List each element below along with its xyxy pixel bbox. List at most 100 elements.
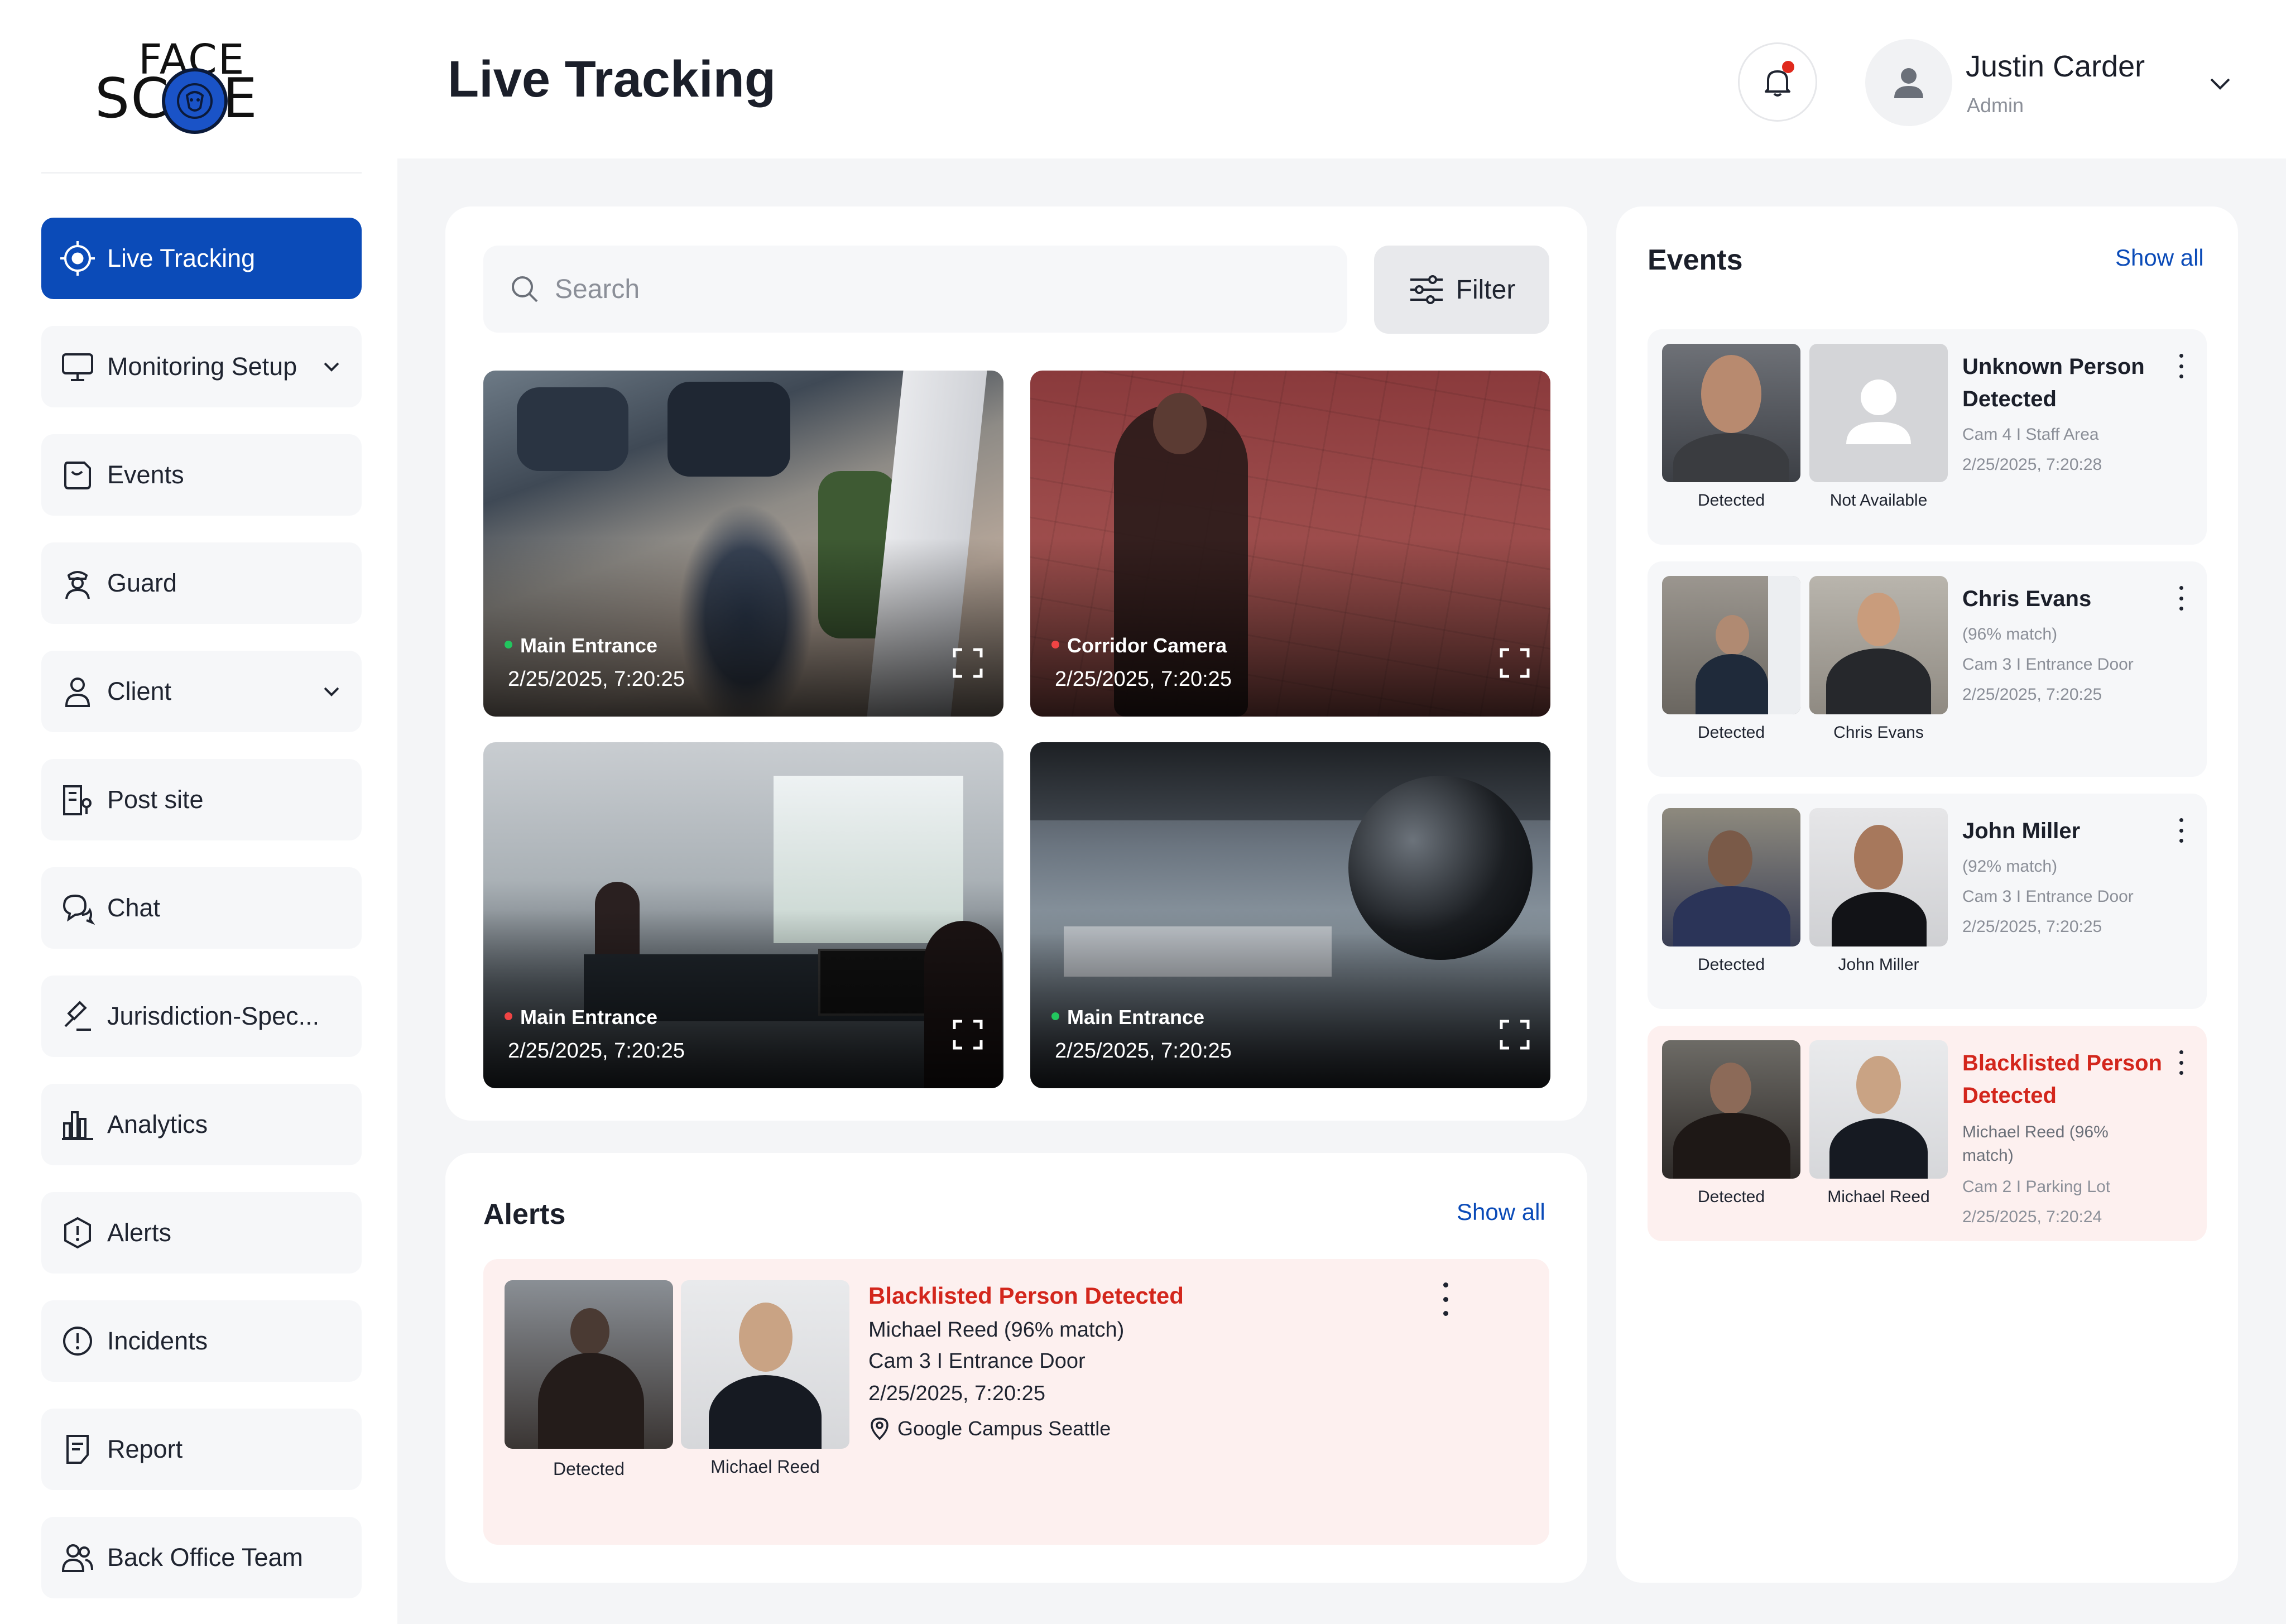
camera-status-dot (505, 641, 512, 648)
detected-label: Detected (1697, 723, 1765, 742)
event-time: 2/25/2025, 7:20:24 (1962, 1208, 2102, 1226)
camera-name: Main Entrance (520, 634, 658, 657)
camera-feed[interactable]: Main Entrance 2/25/2025, 7:20:25 (483, 742, 1003, 1088)
event-card[interactable]: Detected Not Available Unknown Person De… (1648, 329, 2207, 545)
events-show-all-link[interactable]: Show all (2115, 244, 2204, 271)
sidebar-item-label: Incidents (107, 1327, 208, 1355)
sidebar-item-label: Client (107, 677, 172, 705)
sidebar-item-guard[interactable]: Guard (41, 542, 362, 624)
logo-divider (41, 172, 362, 174)
notification-button[interactable] (1738, 42, 1817, 122)
events-title: Events (1648, 244, 1743, 276)
match-label: Michael Reed (710, 1457, 820, 1477)
more-options-icon[interactable] (2175, 586, 2187, 611)
match-photo (1809, 808, 1948, 946)
camera-feed[interactable]: Main Entrance 2/25/2025, 7:20:25 (1030, 742, 1550, 1088)
alert-location-text: Google Campus Seattle (897, 1417, 1111, 1440)
event-time: 2/25/2025, 7:20:25 (1962, 685, 2102, 704)
chat-icon (58, 888, 97, 928)
detected-label: Detected (1697, 955, 1765, 974)
event-title: Blacklisted Person Detected (1962, 1051, 2162, 1108)
camera-feed[interactable]: Main Entrance 2/25/2025, 7:20:25 (483, 371, 1003, 717)
event-card-blacklisted[interactable]: Detected Michael Reed Blacklisted Person… (1648, 1026, 2207, 1241)
camera-status-dot (1051, 1012, 1059, 1020)
alert-person: Michael Reed (96% match) (868, 1318, 1125, 1342)
sidebar-item-live-tracking[interactable]: Live Tracking (41, 218, 362, 299)
monitor-icon (58, 347, 97, 386)
sidebar-item-incidents[interactable]: Incidents (41, 1300, 362, 1382)
face-silhouette (1662, 576, 1800, 714)
alerts-panel: Alerts Show all Detected Michael Reed Bl… (445, 1153, 1587, 1583)
more-options-icon[interactable] (2175, 1050, 2187, 1075)
more-options-icon[interactable] (2175, 818, 2187, 843)
sidebar-item-report[interactable]: Report (41, 1409, 362, 1490)
alert-card[interactable]: Detected Michael Reed Blacklisted Person… (483, 1259, 1549, 1545)
sidebar-item-label: Report (107, 1435, 183, 1463)
unavailable-photo (1809, 344, 1948, 482)
facescope-logo[interactable]: FACE SC PE (95, 37, 296, 134)
alert-camera: Cam 3 I Entrance Door (868, 1349, 1086, 1373)
alert-hexagon-icon (58, 1213, 97, 1252)
camera-name: Main Entrance (520, 1006, 658, 1029)
match-label: John Miller (1838, 955, 1919, 974)
events-icon (58, 455, 97, 494)
lion-emblem-icon (162, 68, 228, 134)
sidebar-item-back-office-team[interactable]: Back Office Team (41, 1517, 362, 1598)
feed-car-shape (667, 382, 790, 477)
filter-sliders-icon (1410, 275, 1443, 304)
location-pin-icon (871, 1418, 889, 1440)
alert-location: Google Campus Seattle (868, 1416, 1111, 1441)
face-silhouette (681, 1280, 849, 1449)
sidebar-item-analytics[interactable]: Analytics (41, 1084, 362, 1165)
camera-timestamp: 2/25/2025, 7:20:25 (1055, 667, 1232, 691)
event-camera: Cam 4 I Staff Area (1962, 425, 2099, 444)
sidebar-item-client[interactable]: Client (41, 651, 362, 732)
chevron-down-icon[interactable] (319, 679, 344, 704)
page-title: Live Tracking (448, 51, 776, 108)
camera-feed[interactable]: Corridor Camera 2/25/2025, 7:20:25 (1030, 371, 1550, 717)
guard-icon (58, 564, 97, 603)
fullscreen-icon[interactable] (952, 647, 983, 679)
alert-time: 2/25/2025, 7:20:25 (868, 1382, 1045, 1405)
event-title: Unknown Person Detected (1962, 354, 2145, 411)
sidebar: FACE SC PE Live Tracking Monitoring Setu… (0, 0, 397, 1624)
filter-button[interactable]: Filter (1374, 246, 1549, 334)
face-silhouette (1809, 808, 1948, 946)
alerts-show-all-link[interactable]: Show all (1457, 1199, 1545, 1226)
sidebar-item-events[interactable]: Events (41, 434, 362, 516)
alerts-title: Alerts (483, 1198, 566, 1231)
fullscreen-icon[interactable] (1499, 647, 1530, 679)
user-name[interactable]: Justin Carder (1966, 49, 2145, 84)
incident-icon (58, 1322, 97, 1361)
event-card[interactable]: Detected John Miller John Miller (92% ma… (1648, 794, 2207, 1009)
camera-status-dot (505, 1012, 512, 1020)
sidebar-item-chat[interactable]: Chat (41, 867, 362, 949)
chevron-down-icon[interactable] (2205, 68, 2236, 99)
event-card[interactable]: Detected Chris Evans Chris Evans (96% ma… (1648, 561, 2207, 777)
face-silhouette (1809, 576, 1948, 714)
chevron-down-icon[interactable] (319, 354, 344, 379)
sidebar-item-label: Chat (107, 893, 161, 922)
match-label: Michael Reed (1827, 1188, 1930, 1206)
sidebar-item-label: Post site (107, 785, 204, 814)
search-input[interactable] (555, 273, 1280, 305)
more-options-icon[interactable] (2175, 354, 2187, 378)
fullscreen-icon[interactable] (952, 1019, 983, 1050)
sidebar-item-monitoring-setup[interactable]: Monitoring Setup (41, 326, 362, 407)
search-box[interactable] (483, 246, 1347, 333)
event-camera: Cam 3 I Entrance Door (1962, 887, 2134, 906)
camera-name: Main Entrance (1067, 1006, 1205, 1029)
sidebar-item-post-site[interactable]: Post site (41, 759, 362, 840)
sidebar-item-jurisdiction[interactable]: Jurisdiction-Spec... (41, 976, 362, 1057)
more-options-icon[interactable] (1440, 1282, 1451, 1316)
fullscreen-icon[interactable] (1499, 1019, 1530, 1050)
sidebar-item-label: Live Tracking (107, 244, 256, 272)
avatar-user-icon (1894, 68, 1923, 98)
events-panel: Events Show all Detected Not Available U… (1616, 206, 2238, 1583)
analytics-icon (58, 1105, 97, 1144)
user-avatar[interactable] (1865, 39, 1952, 126)
sidebar-item-label: Monitoring Setup (107, 352, 297, 381)
sidebar-item-alerts[interactable]: Alerts (41, 1192, 362, 1274)
event-match: Michael Reed (96% match) (1962, 1123, 2109, 1165)
camera-panel: Filter Main Entrance 2/25/2025, 7:20:25 … (445, 206, 1587, 1121)
